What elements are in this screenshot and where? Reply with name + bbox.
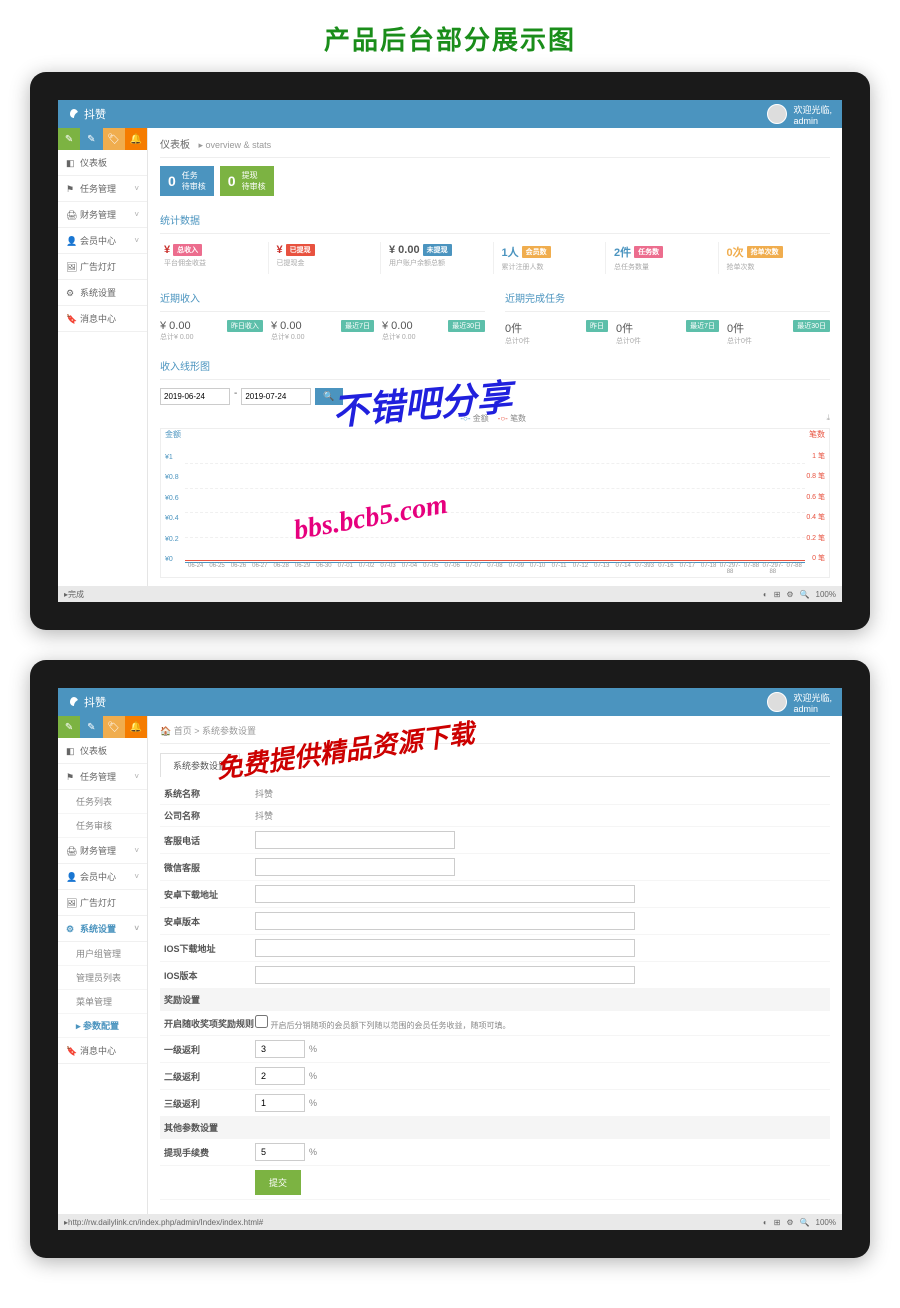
tasks-section-title: 近期完成任务 — [505, 284, 830, 312]
task-item: 0件 最近7日总计0件 — [616, 320, 719, 346]
sidebar-item-dashboard[interactable]: ◧仪表板 — [58, 738, 147, 764]
user-menu[interactable]: 欢迎光临,admin — [767, 103, 832, 126]
system-name-value: 抖赞 — [255, 787, 830, 800]
monitor-frame-1: 抖赞 欢迎光临,admin ✎ ✎ 🏷 🔔 ◧仪表板 ⚑任务管理˅ — [30, 72, 870, 630]
quick-btn-2[interactable]: ✎ — [80, 128, 102, 150]
chart-section-title: 收入线形图 — [160, 352, 830, 380]
company-name-value: 抖赞 — [255, 809, 830, 822]
sidebar-sub-usergroup[interactable]: 用户组管理 — [58, 942, 147, 966]
sidebar-item-members[interactable]: 👤会员中心˅ — [58, 228, 147, 254]
metric-card: 1人会员数累计注册人数 — [498, 242, 607, 274]
stat-pending-withdraw[interactable]: 0 提现待审核 — [220, 166, 274, 196]
submit-button[interactable]: 提交 — [255, 1170, 301, 1195]
date-from-input[interactable] — [160, 388, 230, 405]
quick-btn-2[interactable]: ✎ — [80, 716, 102, 738]
income-item: ¥ 0.00 昨日收入总计¥ 0.00 — [160, 320, 263, 342]
sidebar-item-system[interactable]: ⚙系统设置˅ — [58, 916, 147, 942]
metric-card: 2件任务数总任务数量 — [610, 242, 719, 274]
brand: 抖赞 — [68, 694, 106, 710]
app-header: 抖赞 欢迎光临,admin — [58, 688, 842, 716]
task-item: 0件 最近30日总计0件 — [727, 320, 830, 346]
task-item: 0件 昨日总计0件 — [505, 320, 608, 346]
sidebar-item-ads[interactable]: 🖼广告灯灯 — [58, 890, 147, 916]
sidebar-sub-admins[interactable]: 管理员列表 — [58, 966, 147, 990]
sidebar: ✎ ✎ 🏷 🔔 ◧仪表板 ⚑任务管理˅ 任务列表 任务审核 🖨财务管理˅ 👤会员… — [58, 716, 148, 1214]
search-button[interactable]: 🔍 — [315, 388, 342, 405]
quick-btn-1[interactable]: ✎ — [58, 128, 80, 150]
sidebar-item-finance[interactable]: 🖨财务管理˅ — [58, 838, 147, 864]
income-chart: 金额¥1¥0.8¥0.6¥0.4¥0.2¥0 笔数1 笔0.8 笔0.6 笔0.… — [160, 428, 830, 578]
wechat-input[interactable] — [255, 858, 455, 876]
sidebar-item-ads[interactable]: 🖼广告灯灯 — [58, 254, 147, 280]
page-title: 产品后台部分展示图 — [0, 0, 900, 72]
stat-pending-tasks[interactable]: 0 任务待审核 — [160, 166, 214, 196]
ios-url-input[interactable] — [255, 939, 635, 957]
brand: 抖赞 — [68, 106, 106, 122]
sidebar-item-tasks[interactable]: ⚑任务管理˅ — [58, 764, 147, 790]
bonus-rule-checkbox[interactable] — [255, 1015, 268, 1028]
sidebar-sub-params[interactable]: 参数配置 — [58, 1014, 147, 1038]
status-bar: ▸ http://rw.dailylink.cn/index.php/admin… — [58, 1214, 842, 1230]
sidebar-item-messages[interactable]: 🔖消息中心 — [58, 306, 147, 332]
stats-section-title: 统计数据 — [160, 206, 830, 234]
income-item: ¥ 0.00 最近7日总计¥ 0.00 — [271, 320, 374, 342]
quick-btn-4[interactable]: 🔔 — [125, 128, 147, 150]
sidebar-item-tasks[interactable]: ⚑任务管理˅ — [58, 176, 147, 202]
quick-btn-3[interactable]: 🏷 — [103, 128, 125, 150]
quick-btn-4[interactable]: 🔔 — [125, 716, 147, 738]
sidebar-sub-task-review[interactable]: 任务审核 — [58, 814, 147, 838]
phone-input[interactable] — [255, 831, 455, 849]
sidebar-item-finance[interactable]: 🖨财务管理˅ — [58, 202, 147, 228]
leaf-icon — [68, 696, 80, 708]
avatar — [767, 104, 787, 124]
income-item: ¥ 0.00 最近30日总计¥ 0.00 — [382, 320, 485, 342]
user-menu[interactable]: 欢迎光临,admin — [767, 691, 832, 714]
avatar — [767, 692, 787, 712]
leaf-icon — [68, 108, 80, 120]
chart-legend: -○- 金额 -○- 笔数 ⤓ — [160, 413, 830, 424]
sidebar-item-dashboard[interactable]: ◧仪表板 — [58, 150, 147, 176]
bonus-l3-input[interactable] — [255, 1094, 305, 1112]
date-to-input[interactable] — [241, 388, 311, 405]
breadcrumb: 仪表板 ▸ overview & stats — [160, 136, 830, 158]
withdraw-fee-input[interactable] — [255, 1143, 305, 1161]
income-section-title: 近期收入 — [160, 284, 485, 312]
tab-system-params[interactable]: 系统参数设置 — [160, 753, 240, 777]
metric-card: ¥ 0.00未提现用户账户余额总额 — [385, 242, 494, 274]
metric-card: ¥已提现已提现金 — [273, 242, 382, 274]
bonus-l2-input[interactable] — [255, 1067, 305, 1085]
ios-ver-input[interactable] — [255, 966, 635, 984]
android-url-input[interactable] — [255, 885, 635, 903]
sidebar: ✎ ✎ 🏷 🔔 ◧仪表板 ⚑任务管理˅ 🖨财务管理˅ 👤会员中心˅ 🖼广告灯灯 … — [58, 128, 148, 586]
sidebar-sub-task-list[interactable]: 任务列表 — [58, 790, 147, 814]
app-header: 抖赞 欢迎光临,admin — [58, 100, 842, 128]
sidebar-item-system[interactable]: ⚙系统设置 — [58, 280, 147, 306]
metric-card: ¥总收入平台佣金收益 — [160, 242, 269, 274]
status-bar: ▸ 完成 ◐⊞⚙🔍100% — [58, 586, 842, 602]
sidebar-item-members[interactable]: 👤会员中心˅ — [58, 864, 147, 890]
sidebar-item-messages[interactable]: 🔖消息中心 — [58, 1038, 147, 1064]
quick-btn-3[interactable]: 🏷 — [103, 716, 125, 738]
quick-btn-1[interactable]: ✎ — [58, 716, 80, 738]
sidebar-sub-menus[interactable]: 菜单管理 — [58, 990, 147, 1014]
monitor-frame-2: 抖赞 欢迎光临,admin ✎ ✎ 🏷 🔔 ◧仪表板 ⚑任务管理˅ — [30, 660, 870, 1258]
metric-card: 0次抢单次数抢单次数 — [723, 242, 831, 274]
download-icon[interactable]: ⤓ — [826, 413, 830, 423]
android-ver-input[interactable] — [255, 912, 635, 930]
breadcrumb: 🏠 首页 > 系统参数设置 — [160, 724, 830, 744]
bonus-l1-input[interactable] — [255, 1040, 305, 1058]
